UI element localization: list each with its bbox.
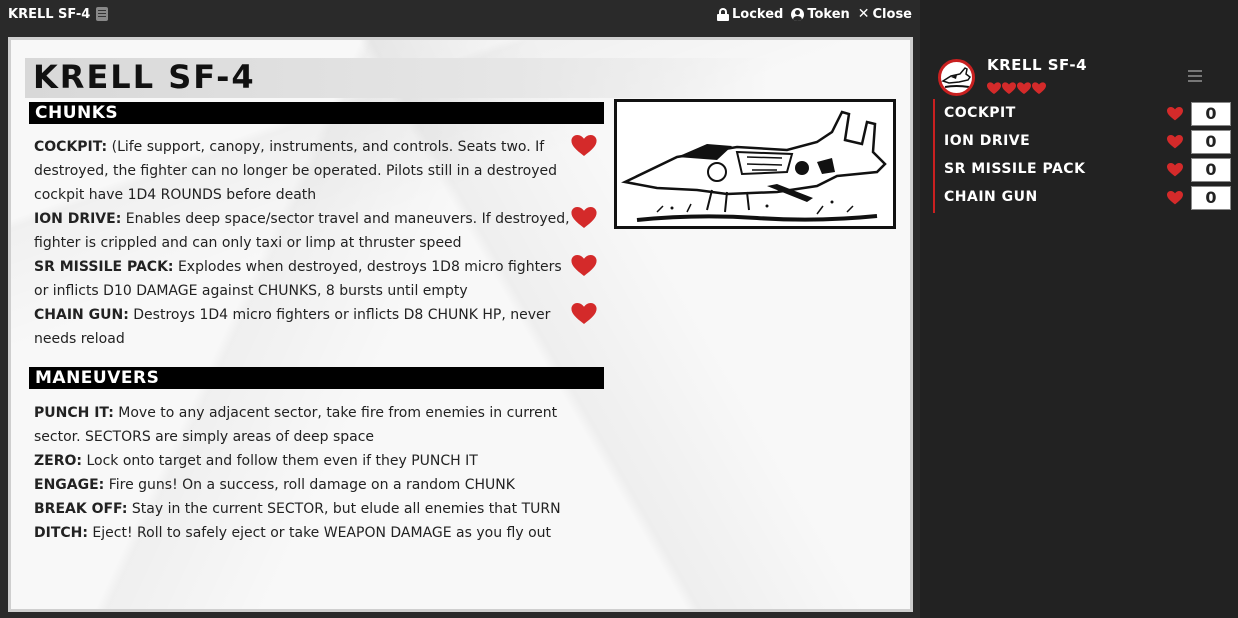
heart-icon[interactable] [571, 255, 597, 277]
maneuver-row: BREAK OFF: Stay in the current SECTOR, b… [34, 497, 594, 521]
panel-header: KRELL SF-4 [936, 54, 1226, 102]
panel-title: KRELL SF-4 [987, 56, 1088, 74]
heart-icon[interactable] [1167, 190, 1183, 205]
chunk-row-name: COCKPIT: [34, 139, 108, 155]
menu-icon[interactable] [1188, 70, 1202, 82]
panel-chunk-list: COCKPIT 0 ION DRIVE 0 SR MISSILE PACK 0 CHAIN … [933, 99, 1231, 213]
chunk-hp-input[interactable]: 0 [1191, 186, 1231, 210]
window-controls: Locked Token ✕ Close [716, 6, 912, 22]
panel-chunk-label: SR MISSILE PACK [944, 161, 1086, 177]
panel-chunk-row: ION DRIVE 0 [935, 127, 1231, 155]
lock-icon [716, 7, 729, 21]
chunk-row: SR MISSILE PACK: Explodes when destroyed… [34, 255, 597, 303]
panel-chunk-row: SR MISSILE PACK 0 [935, 155, 1231, 183]
maneuver-row: ENGAGE: Fire guns! On a success, roll da… [34, 473, 594, 497]
token-label: Token [807, 6, 850, 22]
panel-chunk-label: CHAIN GUN [944, 189, 1038, 205]
maneuvers-heading: MANEUVERS [29, 367, 604, 389]
heart-icon [987, 80, 1001, 95]
maneuver-row-desc: Fire guns! On a success, roll damage on … [104, 477, 515, 493]
heart-icon [1032, 80, 1046, 95]
close-button[interactable]: ✕ Close [858, 6, 912, 22]
chunk-hp-input[interactable]: 0 [1191, 130, 1231, 154]
panel-chunk-row: CHAIN GUN 0 [935, 183, 1231, 211]
window-title-group: KRELL SF-4 [8, 6, 109, 22]
heart-icon [1002, 80, 1016, 95]
chunk-row: COCKPIT: (Life support, canopy, instrume… [34, 135, 597, 207]
chunk-row-name: CHAIN GUN: [34, 307, 129, 323]
fighter-illustration [614, 99, 896, 229]
close-label: Close [872, 6, 912, 22]
panel-hearts [987, 80, 1046, 95]
window-title: KRELL SF-4 [8, 6, 91, 22]
titlebar: KRELL SF-4 Locked Token ✕ Close [0, 0, 920, 28]
chunk-row: CHAIN GUN: Destroys 1D4 micro fighters o… [34, 303, 597, 351]
panel-chunk-row: COCKPIT 0 [935, 99, 1231, 127]
heart-icon[interactable] [1167, 162, 1183, 177]
chunk-row: ION DRIVE: Enables deep space/sector tra… [34, 207, 597, 255]
sheet-window: KRELL SF-4 Locked Token ✕ Close KRELL SF… [0, 0, 920, 618]
locked-label: Locked [731, 6, 784, 22]
sheet-title: KRELL SF-4 [33, 58, 256, 96]
panel-chunk-label: COCKPIT [944, 105, 1016, 121]
heart-icon[interactable] [1167, 106, 1183, 121]
chunk-row-name: ION DRIVE: [34, 211, 122, 227]
maneuver-row: PUNCH IT: Move to any adjacent sector, t… [34, 401, 594, 449]
user-circle-icon [791, 7, 805, 21]
heart-icon[interactable] [571, 207, 597, 229]
panel-chunk-label: ION DRIVE [944, 133, 1031, 149]
chunk-list: COCKPIT: (Life support, canopy, instrume… [34, 135, 597, 351]
heart-icon[interactable] [571, 303, 597, 325]
maneuver-row-name: ENGAGE: [34, 477, 105, 493]
fighter-thumbnail-icon [941, 67, 972, 88]
maneuver-row-name: PUNCH IT: [34, 405, 114, 421]
token-button[interactable]: Token [791, 6, 850, 22]
locked-button[interactable]: Locked [716, 6, 784, 22]
sidebar-panel: KRELL SF-4 COCKPIT 0 ION DRIVE 0 SR MISSILE … [920, 0, 1238, 618]
maneuver-row-name: BREAK OFF: [34, 501, 128, 517]
close-icon: ✕ [857, 6, 870, 22]
maneuver-row-desc: Stay in the current SECTOR, but elude al… [127, 501, 561, 517]
heart-icon [1017, 80, 1031, 95]
avatar[interactable] [938, 59, 975, 96]
maneuver-list: PUNCH IT: Move to any adjacent sector, t… [34, 401, 594, 545]
chunks-heading: CHUNKS [29, 102, 604, 124]
maneuver-row-desc: Eject! Roll to safely eject or take WEAP… [87, 525, 552, 541]
document-icon[interactable] [96, 7, 109, 21]
maneuver-row: DITCH: Eject! Roll to safely eject or ta… [34, 521, 594, 545]
maneuver-row-name: ZERO: [34, 453, 82, 469]
chunk-hp-input[interactable]: 0 [1191, 158, 1231, 182]
heart-icon[interactable] [571, 135, 597, 157]
fighter-jet-image [621, 110, 887, 222]
chunk-row-desc: (Life support, canopy, instruments, and … [34, 139, 557, 203]
maneuver-row-desc: Lock onto target and follow them even if… [82, 453, 478, 469]
maneuver-row-name: DITCH: [34, 525, 88, 541]
chunk-row-name: SR MISSILE PACK: [34, 259, 174, 275]
character-sheet: KRELL SF-4 CHUNKS COCKPIT: (Life support… [8, 37, 913, 612]
chunk-hp-input[interactable]: 0 [1191, 102, 1231, 126]
heart-icon[interactable] [1167, 134, 1183, 149]
maneuver-row: ZERO: Lock onto target and follow them e… [34, 449, 594, 473]
